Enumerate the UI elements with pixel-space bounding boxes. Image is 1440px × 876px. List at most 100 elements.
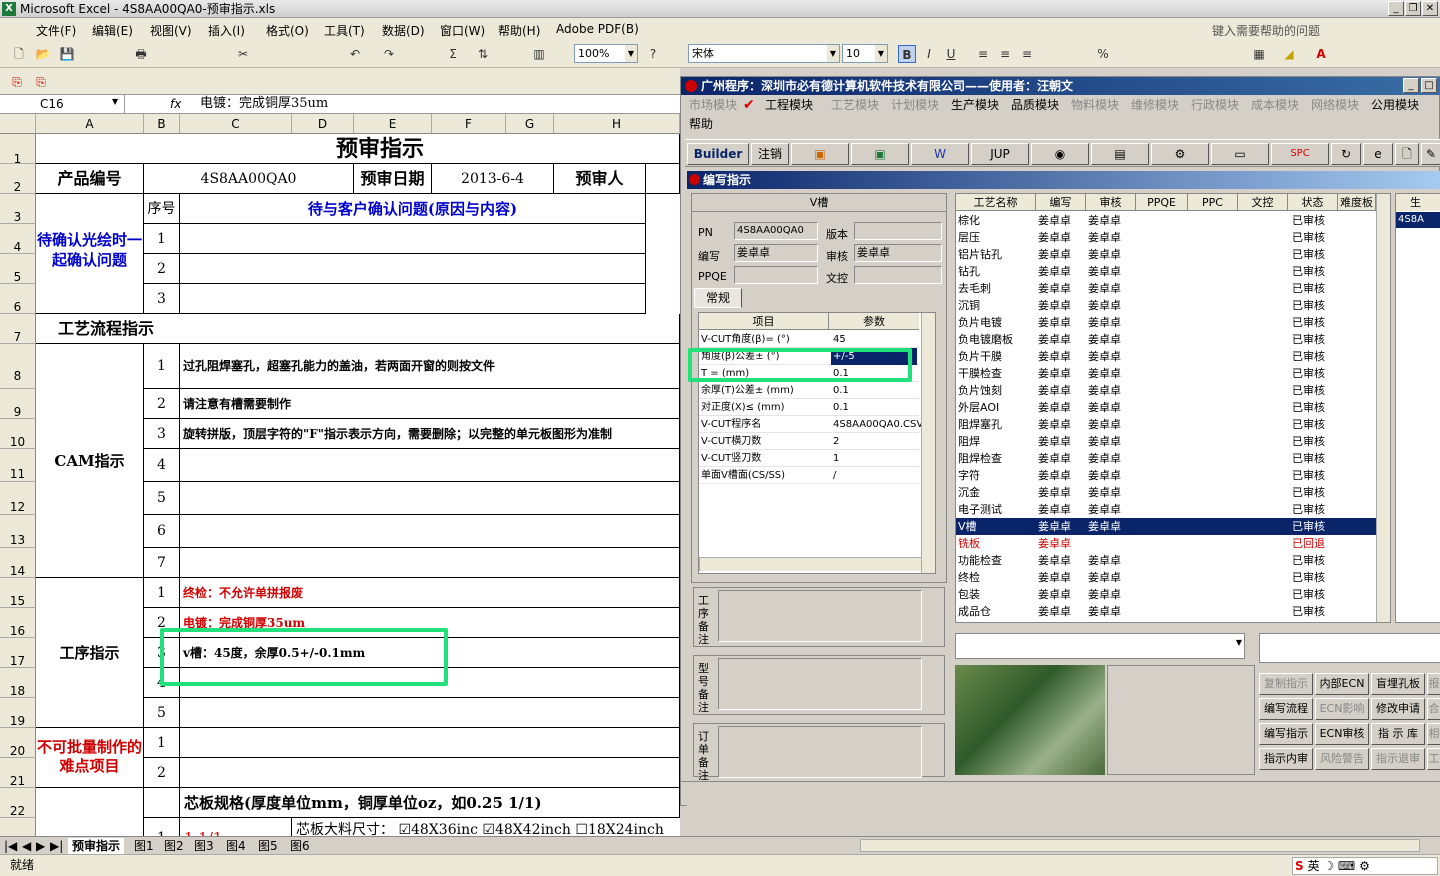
process-row[interactable]: V槽 姜卓卓 姜卓卓 已审核 [956,518,1386,535]
row-header[interactable]: 10 [0,419,36,449]
tab-scroll-last-icon[interactable]: ▶| [50,838,63,854]
hard-num[interactable]: 1 [144,728,180,758]
sheet-tab[interactable]: 图1 [134,838,154,854]
param-row[interactable]: V-CUT横刀数 2 [699,433,919,450]
chevron-down-icon[interactable]: ▼ [112,97,118,106]
font-color-icon[interactable]: A [1312,45,1330,63]
percent-icon[interactable]: % [1094,45,1112,63]
process-row[interactable]: 字符 姜卓卓 姜卓卓 已审核 [956,467,1386,484]
confirm-num[interactable]: 1 [144,224,180,254]
sheet-tab[interactable]: 预审指示 [68,838,125,854]
confirm-cell[interactable] [180,284,646,314]
cam-item[interactable]: 请注意有槽需要制作 [180,389,680,419]
process-row[interactable]: 负电镀磨板 姜卓卓 姜卓卓 已审核 [956,331,1386,348]
app-help-menu[interactable]: 帮助 [689,115,713,132]
sheet-tab[interactable]: 图2 [164,838,184,854]
proc-col-writer[interactable]: 编写 [1036,194,1086,211]
model-note-field[interactable] [718,658,922,710]
process-row[interactable]: 外层AOI 姜卓卓 姜卓卓 已审核 [956,399,1386,416]
menu-tools[interactable]: 工具(T) [324,22,365,39]
tab-normal[interactable]: 常规 [694,288,742,308]
action-button[interactable]: 指示退审 [1371,748,1425,770]
proc-col-ppqe[interactable]: PPQE [1136,194,1188,211]
side-list[interactable]: 生 4S8A [1395,193,1440,623]
row-header[interactable]: 8 [0,344,36,389]
font-size-select[interactable]: 10 ▼ [842,44,888,63]
borders-icon[interactable]: ▦ [1250,45,1268,63]
ie-icon[interactable]: e [1363,143,1393,165]
action-button[interactable]: ECN审核 [1315,723,1369,745]
proc-cell[interactable] [180,698,680,728]
jup-button[interactable]: JUP [971,143,1029,165]
row-header[interactable]: 19 [0,698,36,728]
menu-edit[interactable]: 编辑(E) [92,22,133,39]
cam-cell[interactable] [180,482,680,515]
process-row[interactable]: 层压 姜卓卓 姜卓卓 已审核 [956,229,1386,246]
tab-scroll-first-icon[interactable]: |◀ [4,838,17,854]
action-button[interactable]: 指 示 库 [1371,723,1425,745]
row-header[interactable]: 1 [0,134,36,166]
param-row[interactable]: V-CUT角度(β)= (°) 45 [699,331,919,348]
pdf-convert-icon[interactable]: ⎘ [8,73,26,91]
param-hscrollbar[interactable] [699,557,921,571]
cam-num[interactable]: 6 [144,515,180,548]
undo-icon[interactable]: ↶ [346,45,364,63]
checkbox-checked[interactable]: ☑ [398,822,411,836]
sheet-title[interactable]: 预审指示 [36,134,680,164]
row-header[interactable]: 17 [0,638,36,668]
param-row[interactable]: 对正度(X)≤ (mm) 0.1 [699,399,919,416]
row-header[interactable]: 16 [0,608,36,638]
module-production[interactable]: 生产模块 [951,95,999,115]
save-icon[interactable]: 💾 [58,45,76,63]
param-scrollbar[interactable] [921,313,935,573]
proc-col-doc[interactable]: 文控 [1238,194,1288,211]
menu-format[interactable]: 格式(O) [266,22,309,39]
core-value[interactable]: 1 1/1 [180,818,292,836]
proc-col-reviewer[interactable]: 审核 [1086,194,1136,211]
product-label[interactable]: 产品编号 [36,164,144,194]
process-row[interactable]: 成品仓 姜卓卓 姜卓卓 已审核 [956,603,1386,620]
reviewer-field[interactable]: 姜卓卓 [854,244,942,262]
column-header[interactable]: D [292,114,354,134]
minimize-button[interactable]: _ [1388,1,1404,16]
process-row[interactable]: 棕化 姜卓卓 姜卓卓 已审核 [956,212,1386,229]
core-num[interactable]: 1 [144,818,180,836]
process-row[interactable]: 包装 姜卓卓 姜卓卓 已审核 [956,586,1386,603]
row-header[interactable]: 23 [0,818,36,836]
checkbox-unchecked[interactable]: ☐ [575,822,588,836]
action-button[interactable]: 合 [1427,698,1440,720]
action-button[interactable]: 风险警告 [1315,748,1369,770]
tab-scroll-prev-icon[interactable]: ◀ [22,838,31,854]
sheet-tab[interactable]: 图4 [226,838,246,854]
cam-cell[interactable] [180,449,680,482]
process-row[interactable]: 负片干膜 姜卓卓 姜卓卓 已审核 [956,348,1386,365]
menu-view[interactable]: 视图(V) [150,22,192,39]
process-row[interactable]: 终检 姜卓卓 姜卓卓 已审核 [956,569,1386,586]
module-quality[interactable]: 品质模块 [1011,95,1059,115]
document-icon[interactable]: 🗋 [1395,143,1419,165]
row-header[interactable]: 20 [0,728,36,758]
row-header[interactable]: 7 [0,314,36,344]
hard-cell[interactable] [180,728,680,758]
param-row[interactable]: V-CUT竖刀数 1 [699,450,919,467]
secondary-field[interactable] [1259,633,1440,663]
module-cost[interactable]: 成本模块 [1251,95,1299,115]
cam-cell[interactable] [180,515,680,548]
row-header[interactable]: 9 [0,389,36,419]
print-icon[interactable]: 🖶 [132,45,150,63]
menu-help[interactable]: 帮助(H) [498,22,540,39]
pdf-mail-icon[interactable]: ⎘ [32,73,50,91]
module-process[interactable]: 工艺模块 [831,95,879,115]
pn-field[interactable]: 4S8AA00QA0 [734,222,818,240]
module-public[interactable]: 公用模块 [1371,95,1419,115]
edit-icon[interactable]: ✎ [1421,143,1440,165]
writer-field[interactable]: 姜卓卓 [734,244,818,262]
process-row[interactable]: 负片电镀 姜卓卓 姜卓卓 已审核 [956,314,1386,331]
sheet-tab[interactable]: 图6 [290,838,310,854]
param-row[interactable]: 单面V槽面(CS/SS) / [699,467,919,484]
autosum-icon[interactable]: Σ [444,45,462,63]
date-label[interactable]: 预审日期 [354,164,432,194]
ppqe-field[interactable] [734,266,818,284]
column-header[interactable]: C [180,114,292,134]
seq-label[interactable]: 序号 [144,194,180,224]
